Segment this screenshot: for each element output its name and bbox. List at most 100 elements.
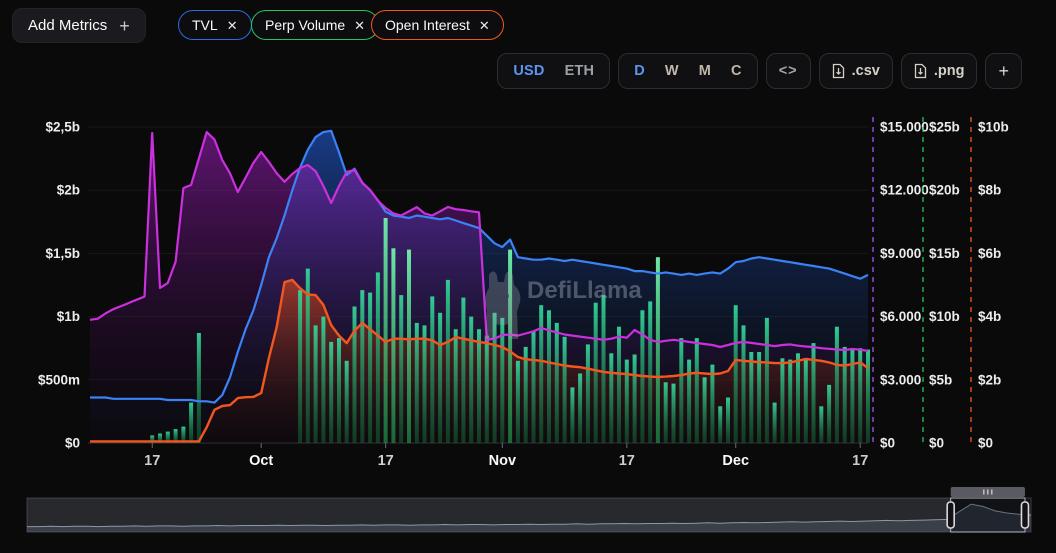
scrubber-handle-right[interactable] bbox=[1021, 502, 1028, 528]
volume-bar bbox=[819, 406, 823, 443]
volume-bar bbox=[430, 296, 434, 443]
currency-eth-button[interactable]: ETH bbox=[555, 54, 605, 88]
right-axis-label: $0 bbox=[929, 436, 944, 451]
volume-bar bbox=[734, 305, 738, 443]
volume-bar bbox=[376, 272, 380, 443]
volume-bar bbox=[757, 352, 761, 443]
x-axis-label: Oct bbox=[249, 453, 273, 469]
metric-chip-open-interest[interactable]: Open Interest ✕ bbox=[371, 10, 504, 40]
volume-bar bbox=[617, 327, 621, 443]
download-png-button[interactable]: .png bbox=[901, 53, 978, 89]
csv-label: .csv bbox=[852, 63, 880, 79]
volume-bar bbox=[298, 290, 302, 443]
download-csv-button[interactable]: .csv bbox=[819, 53, 893, 89]
volume-bar bbox=[812, 343, 816, 443]
volume-bar bbox=[710, 365, 714, 443]
volume-bar bbox=[360, 290, 364, 443]
volume-bar bbox=[788, 360, 792, 443]
close-icon[interactable]: ✕ bbox=[354, 19, 365, 32]
volume-bar bbox=[454, 329, 458, 443]
x-axis-label: Dec bbox=[722, 453, 749, 469]
volume-bar bbox=[749, 352, 753, 443]
volume-bar bbox=[532, 331, 536, 444]
right-axis-orange: $10b$8b$6b$4b$2b$0 bbox=[971, 117, 1009, 451]
volume-bar bbox=[835, 327, 839, 443]
right-axis-label: $0 bbox=[880, 436, 895, 451]
volume-bar bbox=[718, 406, 722, 443]
left-axis-label: $500m bbox=[38, 372, 80, 387]
volume-bar bbox=[189, 403, 193, 443]
scrubber-unselected-mask bbox=[27, 498, 951, 532]
chip-label: Open Interest bbox=[385, 17, 470, 33]
volume-bar bbox=[664, 382, 668, 443]
close-icon[interactable]: ✕ bbox=[227, 19, 238, 32]
volume-bar bbox=[703, 377, 707, 443]
left-axis-label: $1b bbox=[57, 309, 80, 324]
volume-bar bbox=[321, 317, 325, 443]
series-layer bbox=[90, 131, 870, 443]
interval-monthly-button[interactable]: M bbox=[689, 54, 721, 88]
volume-bar bbox=[780, 358, 784, 443]
close-icon[interactable]: ✕ bbox=[479, 19, 490, 32]
code-icon: <> bbox=[779, 63, 798, 79]
embed-button[interactable]: <> bbox=[766, 53, 811, 89]
right-axis-label: $15.000 bbox=[880, 120, 929, 135]
add-chart-button[interactable]: + bbox=[985, 53, 1022, 89]
metric-chip-tvl[interactable]: TVL ✕ bbox=[178, 10, 252, 40]
volume-bar bbox=[524, 347, 528, 443]
x-axis-label: 17 bbox=[144, 453, 160, 469]
volume-bar bbox=[726, 398, 730, 444]
volume-bar bbox=[461, 298, 465, 443]
interval-weekly-button[interactable]: W bbox=[655, 54, 689, 88]
chart-toolbar: USD ETH D W M C <> .csv .png + bbox=[400, 53, 1022, 89]
interval-cumulative-button[interactable]: C bbox=[721, 54, 752, 88]
volume-bar bbox=[656, 257, 660, 443]
volume-bar bbox=[391, 248, 395, 443]
volume-bar bbox=[563, 337, 567, 443]
time-range-scrubber[interactable] bbox=[0, 483, 1056, 553]
right-axis-label: $2b bbox=[978, 372, 1001, 387]
left-axis-label: $2,5b bbox=[45, 120, 80, 135]
volume-bar bbox=[594, 303, 598, 443]
scrubber-handle-left[interactable] bbox=[947, 502, 954, 528]
volume-bar bbox=[796, 353, 800, 443]
volume-bar bbox=[602, 295, 606, 443]
right-axis-green: $25b$20b$15b$10b$5b$0 bbox=[923, 117, 960, 451]
volume-bar bbox=[477, 329, 481, 443]
left-axis-label: $2b bbox=[57, 183, 80, 198]
chip-label: TVL bbox=[192, 17, 218, 33]
metric-chip-perp-volume[interactable]: Perp Volume ✕ bbox=[251, 10, 379, 40]
main-chart-canvas[interactable]: $2,5b$2b$1,5b$1b$500m$0$15.000$12.000$9.… bbox=[0, 95, 1056, 485]
volume-bar bbox=[353, 307, 357, 444]
volume-bar bbox=[415, 323, 419, 443]
x-axis-label: 17 bbox=[619, 453, 635, 469]
file-download-icon bbox=[914, 63, 927, 79]
currency-usd-button[interactable]: USD bbox=[503, 54, 554, 88]
volume-bar bbox=[314, 325, 318, 443]
right-axis-label: $0 bbox=[978, 436, 993, 451]
left-axis-label: $1,5b bbox=[45, 246, 80, 261]
right-axis-label: $10b bbox=[929, 309, 960, 324]
volume-bar bbox=[570, 387, 574, 443]
plus-icon: + bbox=[119, 17, 130, 35]
right-axis-label: $8b bbox=[978, 183, 1001, 198]
add-metrics-button[interactable]: Add Metrics + bbox=[12, 8, 146, 43]
interval-daily-button[interactable]: D bbox=[624, 54, 655, 88]
png-label: .png bbox=[934, 63, 965, 79]
interval-toggle: D W M C bbox=[618, 53, 758, 89]
scrubber-window[interactable] bbox=[951, 498, 1025, 532]
volume-bar bbox=[648, 301, 652, 443]
watermark-text: DefiLlama bbox=[527, 277, 642, 304]
volume-bar bbox=[633, 355, 637, 444]
x-axis-label: 17 bbox=[378, 453, 394, 469]
volume-bar bbox=[827, 385, 831, 443]
volume-bar bbox=[399, 295, 403, 443]
volume-bar bbox=[586, 344, 590, 443]
volume-bar bbox=[329, 342, 333, 443]
volume-bar bbox=[555, 323, 559, 443]
volume-bar bbox=[773, 403, 777, 443]
volume-bar bbox=[407, 250, 411, 443]
add-metrics-label: Add Metrics bbox=[28, 17, 107, 34]
right-axis-label: $9.000 bbox=[880, 246, 921, 261]
volume-bar bbox=[438, 313, 442, 443]
